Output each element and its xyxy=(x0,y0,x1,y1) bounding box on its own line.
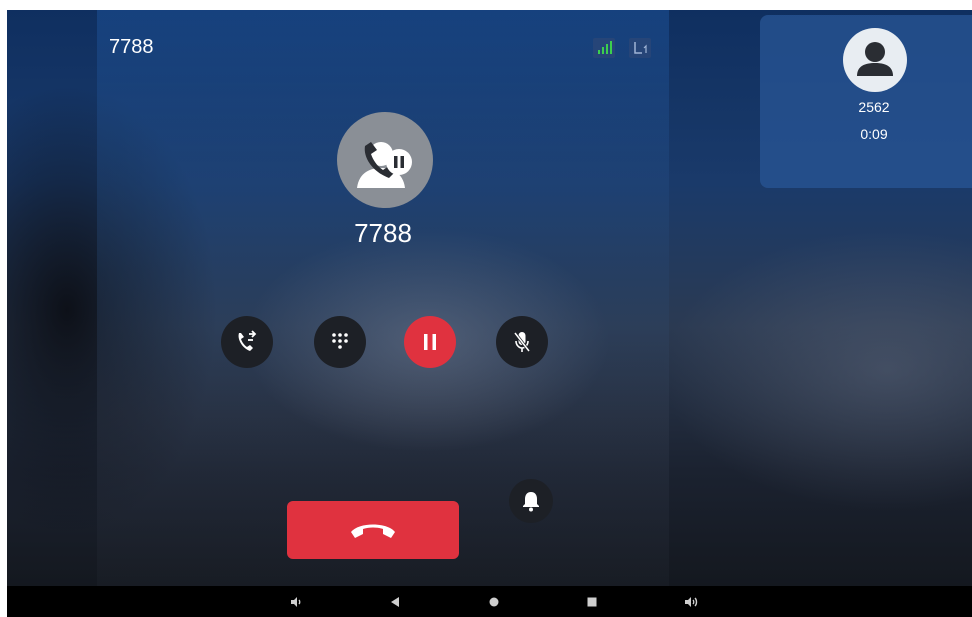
volume-up-button[interactable] xyxy=(682,592,702,612)
transfer-button[interactable] xyxy=(221,316,273,368)
volume-down-button[interactable] xyxy=(287,592,307,612)
volume-down-icon xyxy=(291,597,301,607)
active-call-panel: 7788 7788 xyxy=(97,10,669,586)
caller-number: 7788 xyxy=(354,218,412,248)
hold-button[interactable] xyxy=(404,316,456,368)
other-call-card[interactable]: 2562 0:09 xyxy=(760,15,972,188)
home-icon xyxy=(489,597,499,607)
system-navigation-bar xyxy=(7,586,972,617)
signal-strength-icon xyxy=(593,38,615,58)
recents-icon xyxy=(587,597,597,607)
call-hold-icon xyxy=(357,142,412,188)
volume-up-icon xyxy=(685,597,698,607)
other-call-duration: 0:09 xyxy=(860,126,888,142)
mic-off-icon xyxy=(513,332,531,352)
recents-button[interactable] xyxy=(582,592,602,612)
back-button[interactable] xyxy=(385,592,405,612)
end-call-button[interactable] xyxy=(287,501,459,559)
line-1-icon xyxy=(629,38,651,58)
person-icon xyxy=(857,42,893,76)
caller-avatar-hold xyxy=(337,112,433,208)
hang-up-icon xyxy=(351,524,395,538)
mute-button[interactable] xyxy=(496,316,548,368)
dialpad-button[interactable] xyxy=(314,316,366,368)
other-call-number: 2562 xyxy=(858,99,890,115)
call-transfer-icon xyxy=(238,330,257,351)
other-call-avatar xyxy=(843,28,907,92)
header-number: 7788 xyxy=(109,36,154,58)
back-icon xyxy=(391,597,399,607)
pause-icon xyxy=(424,334,436,350)
dialpad-icon xyxy=(332,333,348,349)
home-button[interactable] xyxy=(484,592,504,612)
call-screen: 7788 7788 2562 0:09 xyxy=(7,10,972,586)
notification-button[interactable] xyxy=(509,479,553,523)
bell-icon xyxy=(523,492,539,512)
